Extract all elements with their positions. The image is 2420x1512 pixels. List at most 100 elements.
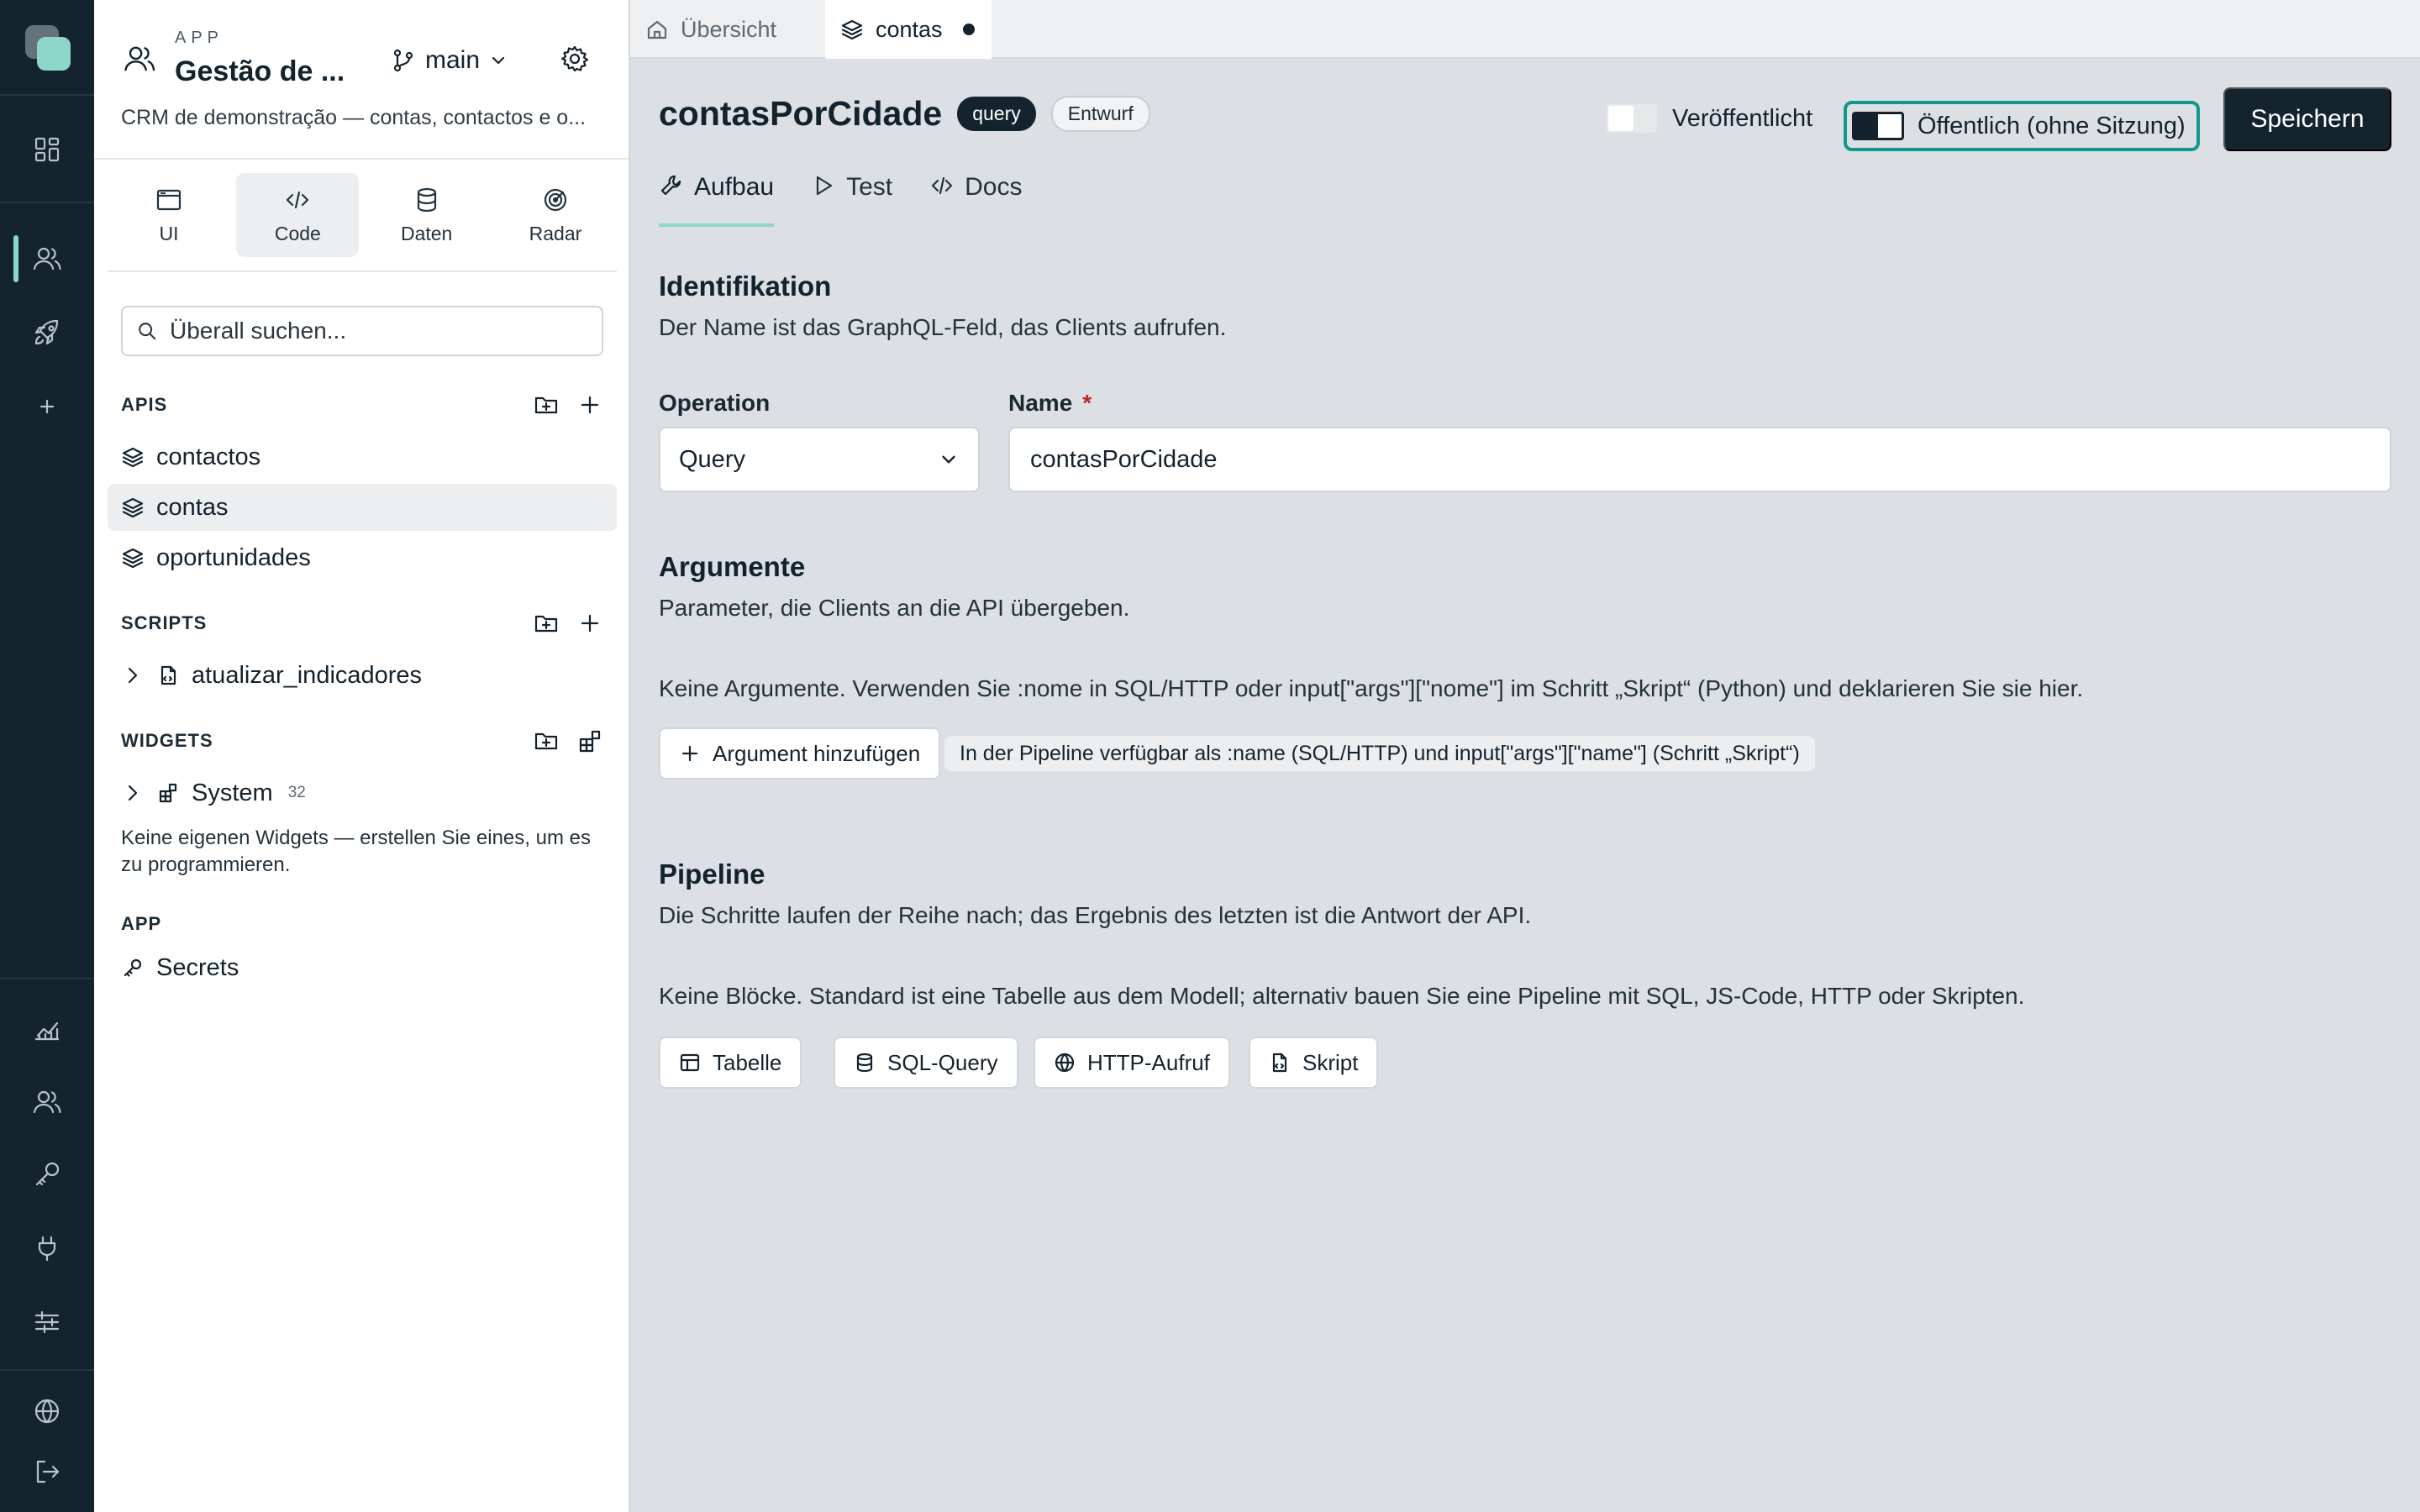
published-toggle[interactable]: Veröffentlicht <box>1607 104 1812 133</box>
required-mark: * <box>1082 390 1092 416</box>
add-icon[interactable] <box>576 391 603 418</box>
chevron-down-icon <box>488 50 508 71</box>
search-icon <box>136 320 158 342</box>
branch-selector[interactable]: main <box>390 44 508 77</box>
layers-icon <box>121 546 145 570</box>
secrets-label: Secrets <box>156 953 239 981</box>
add-icon[interactable] <box>576 610 603 637</box>
users-icon[interactable] <box>30 242 64 276</box>
name-field[interactable]: contasPorCidade <box>1008 427 2391 492</box>
plug-icon[interactable] <box>30 1231 64 1265</box>
app-title[interactable]: Gestão de ... <box>175 55 345 88</box>
name-label-row: Name * <box>1008 390 1092 417</box>
chevron-right-icon[interactable] <box>121 781 145 805</box>
app-header: APP Gestão de ... main CRM de demonstraç… <box>94 0 629 160</box>
tab-contas[interactable]: contas <box>825 0 992 59</box>
pipeline-heading: Pipeline <box>659 858 765 890</box>
analytics-icon[interactable] <box>30 1011 64 1045</box>
unsaved-dot[interactable] <box>962 24 975 35</box>
add-argument-label: Argument hinzufügen <box>713 740 921 766</box>
api-item-contas[interactable]: contas <box>108 484 617 531</box>
block-label: HTTP-Aufruf <box>1087 1049 1210 1075</box>
sidebar: APP Gestão de ... main CRM de demonstraç… <box>94 0 630 1512</box>
operation-value: Query <box>679 445 745 473</box>
mode-code[interactable]: Code <box>236 173 360 257</box>
script-file-icon <box>1269 1052 1291 1074</box>
mode-ui[interactable]: UI <box>108 173 230 257</box>
add-sql-block-button[interactable]: SQL-Query <box>834 1037 1018 1089</box>
block-label: Tabelle <box>713 1049 782 1075</box>
mode-data[interactable]: Daten <box>366 173 488 257</box>
chevron-right-icon[interactable] <box>121 664 145 687</box>
new-folder-icon[interactable] <box>533 727 560 754</box>
add-http-block-button[interactable]: HTTP-Aufruf <box>1034 1037 1230 1089</box>
identification-description: Der Name ist das GraphQL-Feld, das Clien… <box>659 314 1227 340</box>
mode-label: Code <box>274 222 321 244</box>
editor-subtabs: Aufbau Test Docs <box>659 173 1022 227</box>
browser-window-icon <box>155 186 183 214</box>
global-search[interactable] <box>121 306 603 356</box>
tab-label: contas <box>876 16 943 42</box>
section-title: WIDGETS <box>121 730 213 751</box>
arguments-hint: In der Pipeline verfügbar als :name (SQL… <box>944 736 1815 771</box>
published-switch[interactable] <box>1607 104 1657 133</box>
new-folder-icon[interactable] <box>533 391 560 418</box>
branch-name: main <box>425 46 481 74</box>
code-icon <box>929 173 955 198</box>
page-title-row: contasPorCidade query Entwurf <box>659 94 1150 134</box>
widget-item-system[interactable]: System 32 <box>108 769 617 816</box>
rocket-icon[interactable] <box>30 316 64 349</box>
save-button[interactable]: Speichern <box>2223 87 2391 151</box>
arguments-description: Parameter, die Clients an die API überge… <box>659 595 1130 621</box>
type-badge: query <box>957 97 1036 131</box>
subtab-aufbau[interactable]: Aufbau <box>659 173 775 227</box>
block-label: Skript <box>1302 1049 1359 1075</box>
api-editor: contasPorCidade query Entwurf Veröffentl… <box>630 60 2420 1512</box>
mode-label: Radar <box>529 222 582 244</box>
subtab-docs[interactable]: Docs <box>929 173 1022 227</box>
sliders-icon[interactable] <box>30 1305 64 1339</box>
api-item-contactos[interactable]: contactos <box>108 433 617 480</box>
widgets-empty-note: Keine eigenen Widgets — erstellen Sie ei… <box>121 827 591 876</box>
subtab-test[interactable]: Test <box>811 173 892 227</box>
api-item-oportunidades[interactable]: oportunidades <box>108 534 617 581</box>
logout-icon[interactable] <box>30 1455 64 1488</box>
logo[interactable] <box>25 25 71 71</box>
mode-label: UI <box>159 222 179 244</box>
app-rail <box>0 0 94 1512</box>
key-icon[interactable] <box>30 1158 64 1191</box>
app-description: CRM de demonstração — contas, contactos … <box>121 106 587 129</box>
public-switch[interactable] <box>1852 112 1904 140</box>
gear-icon[interactable] <box>560 44 590 74</box>
mode-radar[interactable]: Radar <box>494 173 617 257</box>
search-input[interactable] <box>170 318 573 344</box>
public-toggle[interactable]: Öffentlich (ohne Sitzung) <box>1844 101 2200 151</box>
widget-count: 32 <box>287 784 306 801</box>
script-file-icon <box>156 664 180 687</box>
section-title: APP <box>121 913 162 934</box>
subtab-label: Docs <box>965 173 1023 201</box>
add-table-block-button[interactable]: Tabelle <box>659 1037 802 1089</box>
widgets-section-header: WIDGETS <box>121 724 603 758</box>
add-script-block-button[interactable]: Skript <box>1249 1037 1379 1089</box>
tab-overview[interactable]: Übersicht <box>630 0 793 59</box>
arguments-heading: Argumente <box>659 551 806 582</box>
globe-icon[interactable] <box>30 1394 64 1428</box>
app-section-header: APP <box>121 907 603 941</box>
subtab-label: Test <box>846 173 893 201</box>
add-argument-button[interactable]: Argument hinzufügen <box>659 727 941 780</box>
mode-label: Daten <box>400 222 453 244</box>
operation-select[interactable]: Query <box>659 427 980 492</box>
app-item-secrets[interactable]: Secrets <box>108 944 617 991</box>
new-folder-icon[interactable] <box>533 610 560 637</box>
git-branch-icon <box>390 47 417 74</box>
add-icon[interactable] <box>30 390 64 423</box>
script-label: atualizar_indicadores <box>192 661 423 689</box>
chevron-down-icon <box>938 449 960 470</box>
script-item-atualizar-indicadores[interactable]: atualizar_indicadores <box>108 652 617 699</box>
team-icon[interactable] <box>30 1085 64 1119</box>
arguments-empty-text: Keine Argumente. Verwenden Sie :nome in … <box>659 675 2084 701</box>
add-widget-icon[interactable] <box>576 727 603 754</box>
dashboard-grid-icon[interactable] <box>30 133 64 166</box>
database-icon <box>854 1052 876 1074</box>
